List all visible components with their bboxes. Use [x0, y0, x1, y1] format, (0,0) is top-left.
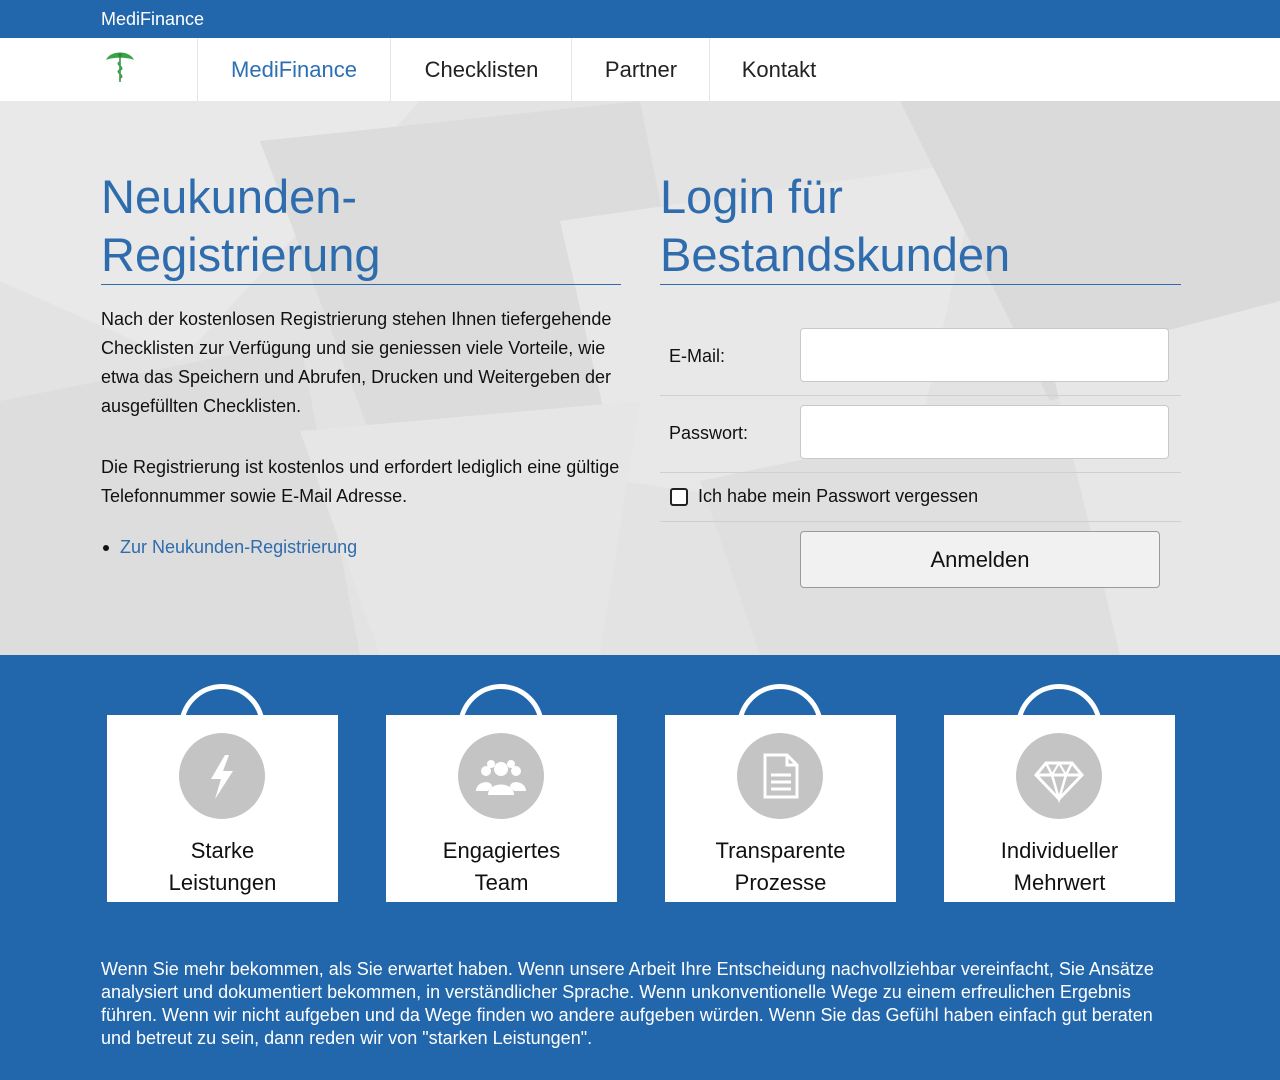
feature-card-engagiertes-team: Engagiertes Team — [386, 715, 617, 902]
document-icon — [737, 733, 823, 819]
password-label: Passwort: — [669, 423, 749, 443]
registration-paragraph-2: Die Registrierung ist kostenlos und erfo… — [101, 457, 620, 506]
feature-title-line1: Transparente — [715, 838, 846, 863]
feature-title: Individueller Mehrwert — [944, 835, 1175, 899]
feature-title-line1: Engagiertes — [442, 838, 561, 863]
login-submit-button[interactable]: Anmelden — [800, 531, 1160, 588]
feature-title-line2: Leistungen — [168, 870, 277, 895]
nav-item-kontakt[interactable]: Kontakt — [709, 38, 848, 101]
login-title-line2: Bestandskunden — [660, 228, 1011, 281]
registration-title-line2: Registrierung — [101, 228, 381, 281]
registration-title-line1: Neukunden- — [101, 170, 358, 223]
email-field[interactable] — [800, 328, 1169, 382]
bullet-icon — [103, 545, 109, 552]
registration-divider — [101, 284, 621, 285]
registration-title: Neukunden- Registrierung — [101, 168, 381, 284]
feature-card-starke-leistungen: Starke Leistungen — [107, 715, 338, 902]
diamond-icon — [1016, 733, 1102, 819]
top-bar: MediFinance — [0, 0, 1280, 38]
nav-item-medifinance[interactable]: MediFinance — [197, 38, 390, 101]
login-divider — [660, 284, 1181, 285]
team-icon — [458, 733, 544, 819]
site-brand: MediFinance — [101, 9, 205, 29]
feature-title-line2: Mehrwert — [1013, 870, 1106, 895]
feature-title-line1: Individueller — [1000, 838, 1119, 863]
registration-link-item: Zur Neukunden-Registrierung — [101, 537, 357, 558]
forgot-password-row: Ich habe mein Passwort vergessen — [660, 472, 1181, 522]
feature-title: Transparente Prozesse — [665, 835, 896, 899]
medifinance-logo[interactable] — [104, 48, 136, 84]
email-label: E-Mail: — [669, 346, 726, 366]
password-field[interactable] — [800, 405, 1169, 459]
feature-title-line1: Starke — [190, 838, 255, 863]
forgot-password-label[interactable]: Ich habe mein Passwort vergessen — [698, 486, 978, 507]
feature-title: Starke Leistungen — [107, 835, 338, 899]
nav-item-partner[interactable]: Partner — [571, 38, 710, 101]
nav-item-checklisten[interactable]: Checklisten — [390, 38, 572, 101]
feature-card-transparente-prozesse: Transparente Prozesse — [665, 715, 896, 902]
registration-link[interactable]: Zur Neukunden-Registrierung — [120, 537, 357, 557]
feature-title: Engagiertes Team — [386, 835, 617, 899]
forgot-password-checkbox[interactable] — [670, 488, 688, 506]
footer-description: Wenn Sie mehr bekommen, als Sie erwartet… — [101, 959, 1154, 1048]
feature-title-line2: Team — [474, 870, 529, 895]
feature-title-line2: Prozesse — [734, 870, 827, 895]
lightning-icon — [179, 733, 265, 819]
feature-card-individueller-mehrwert: Individueller Mehrwert — [944, 715, 1175, 902]
login-title: Login für Bestandskunden — [660, 168, 1010, 284]
login-title-line1: Login für — [660, 170, 843, 223]
main-navigation: MediFinance Checklisten Partner Kontakt — [0, 38, 1280, 101]
registration-paragraph-1: Nach der kostenlosen Registrierung stehe… — [101, 309, 612, 416]
password-row: Passwort: — [660, 395, 1181, 473]
email-row: E-Mail: — [660, 318, 1181, 396]
